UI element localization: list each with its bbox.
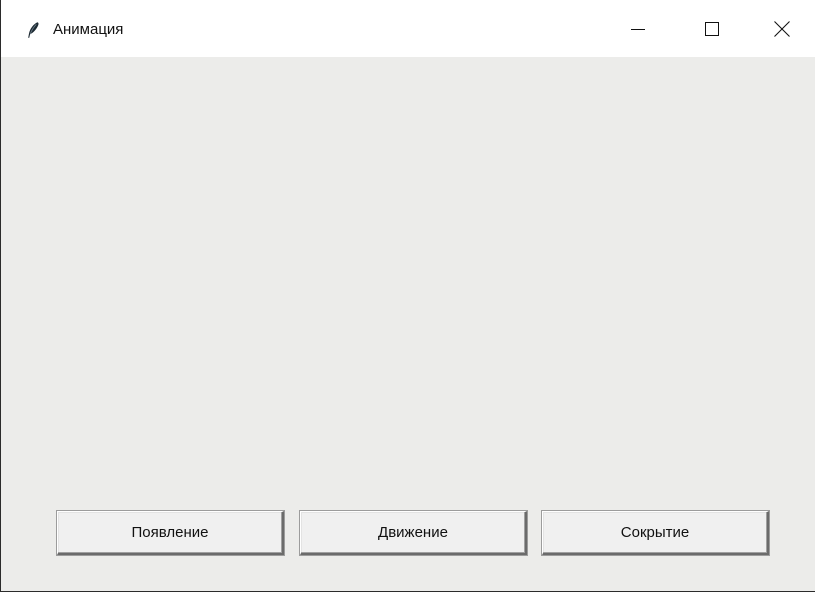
close-button[interactable] bbox=[759, 0, 805, 57]
minimize-button[interactable] bbox=[615, 0, 661, 57]
feather-icon bbox=[25, 21, 41, 39]
minimize-icon bbox=[630, 21, 646, 37]
app-window: Анимация Появление Движение Сокрытие bbox=[0, 0, 816, 592]
hide-button[interactable]: Сокрытие bbox=[542, 511, 769, 555]
appear-button[interactable]: Появление bbox=[57, 511, 284, 555]
maximize-icon bbox=[704, 21, 720, 37]
title-bar[interactable]: Анимация bbox=[1, 0, 816, 57]
window-title: Анимация bbox=[53, 21, 124, 38]
move-button[interactable]: Движение bbox=[300, 511, 527, 555]
maximize-button[interactable] bbox=[689, 0, 735, 57]
close-icon bbox=[773, 20, 791, 38]
